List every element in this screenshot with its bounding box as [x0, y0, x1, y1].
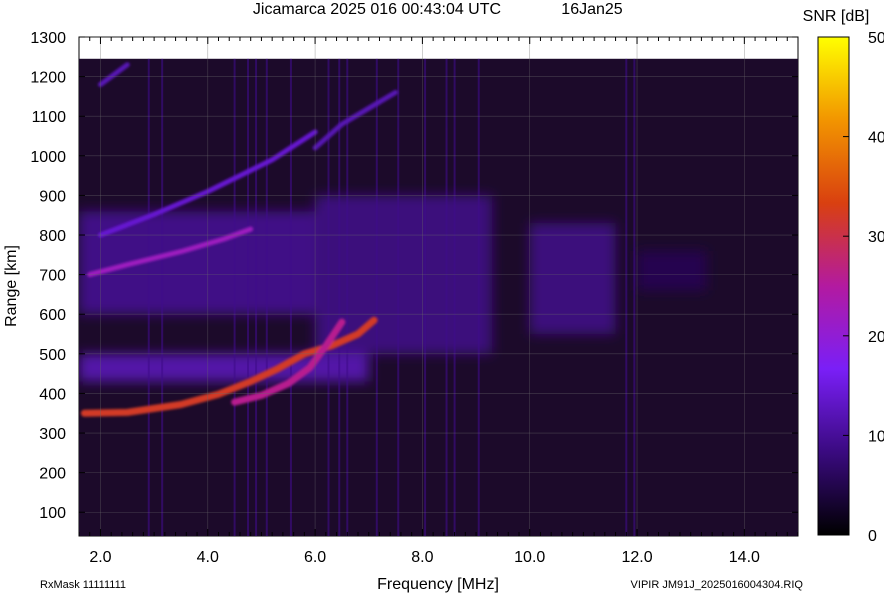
spread-echo-region — [637, 250, 707, 291]
colorbar-tick-label: 10 — [868, 428, 884, 445]
file-name-label: VIPIR JM91J_2025016004304.RIQ — [631, 579, 804, 591]
y-tick-label: 400 — [39, 386, 66, 403]
ionogram-figure: Jicamarca 2025 016 00:43:04 UTC 16Jan25 … — [3, 1, 884, 593]
x-tick-label: 10.0 — [514, 549, 545, 566]
y-tick-label: 1100 — [32, 109, 67, 126]
colorbar-tick-label: 20 — [868, 329, 884, 346]
x-tick-label: 14.0 — [729, 549, 760, 566]
y-tick-label: 900 — [39, 188, 66, 205]
plot-title: Jicamarca 2025 016 00:43:04 UTC — [253, 1, 501, 18]
y-axis-label: Range [km] — [3, 245, 20, 327]
colorbar-tick-label: 50 — [868, 30, 884, 47]
x-tick-label: 4.0 — [197, 549, 219, 566]
colorbar-tick-label: 0 — [868, 528, 877, 545]
spread-echo-region — [79, 353, 369, 382]
y-tick-label: 700 — [39, 268, 66, 285]
spread-echo-region — [529, 223, 616, 335]
y-tick-label: 1300 — [30, 30, 66, 47]
colorbar-tick-label: 40 — [868, 130, 884, 147]
colorbar-tick-label: 30 — [868, 229, 884, 246]
x-tick-label: 12.0 — [621, 549, 652, 566]
y-tick-label: 1200 — [30, 70, 66, 87]
y-tick-label: 600 — [39, 307, 66, 324]
x-tick-label: 8.0 — [411, 549, 433, 566]
y-tick-label: 300 — [39, 426, 66, 443]
colorbar-label: SNR [dB] — [803, 8, 870, 25]
y-tick-label: 1000 — [30, 149, 66, 166]
x-axis-label: Frequency [MHz] — [377, 576, 499, 593]
y-tick-label: 200 — [39, 466, 66, 483]
spread-echo-region — [79, 211, 316, 315]
y-tick-label: 100 — [39, 505, 66, 522]
rx-mask-label: RxMask 11111111 — [40, 579, 126, 591]
plot-date: 16Jan25 — [561, 1, 622, 18]
y-tick-label: 500 — [39, 347, 66, 364]
colorbar — [817, 36, 850, 536]
x-tick-label: 2.0 — [89, 549, 111, 566]
y-tick-label: 800 — [39, 228, 66, 245]
x-tick-label: 6.0 — [304, 549, 326, 566]
